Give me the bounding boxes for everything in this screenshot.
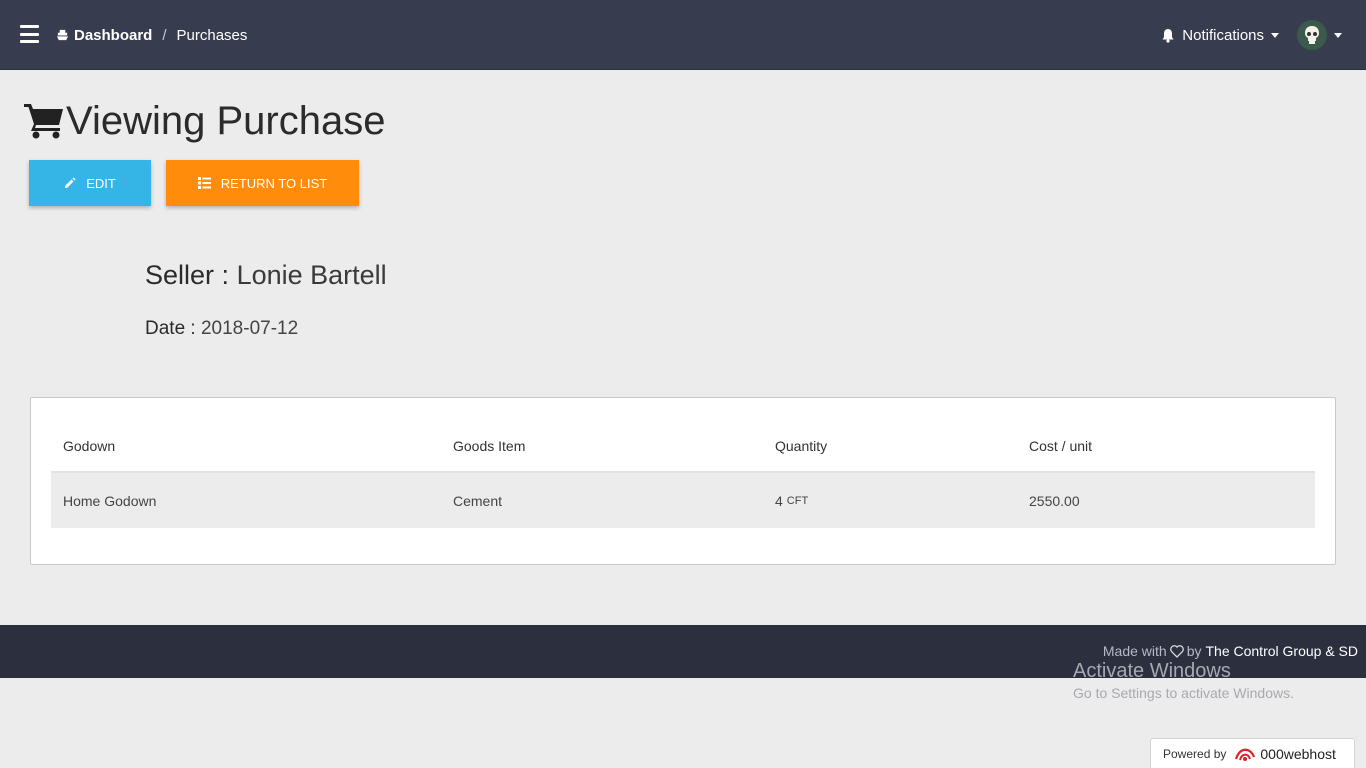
header-quantity: Quantity (775, 437, 828, 454)
edit-button-label: EDIT (86, 175, 116, 191)
date-info: Date : 2018-07-12 (145, 318, 298, 340)
footer-made-with: Made with (1102, 643, 1167, 659)
notifications-dropdown[interactable]: Notifications (1161, 27, 1279, 44)
windows-activation-watermark: Activate Windows Go to Settings to activ… (1073, 660, 1294, 701)
date-value: 2018-07-12 (200, 318, 299, 339)
return-to-list-label: RETURN TO LIST (220, 175, 328, 191)
pencil-icon (65, 177, 76, 188)
breadcrumb-separator: / (162, 26, 167, 44)
header-cost-unit: Cost / unit (1029, 437, 1093, 454)
page-title-text: Viewing Purchase (66, 98, 386, 143)
heart-icon (1169, 644, 1184, 658)
date-label: Date : (145, 318, 196, 339)
list-icon (197, 177, 211, 189)
seller-value: Lonie Bartell (236, 260, 387, 290)
cell-godown: Home Godown (63, 492, 157, 509)
powered-by-brand: 000webhost (1260, 745, 1336, 762)
powered-by-label: Powered by (1163, 746, 1227, 761)
purchase-items-table: Godown Goods Item Quantity Cost / unit H… (51, 418, 1315, 528)
chevron-down-icon (1334, 32, 1342, 38)
footer-by: by (1186, 643, 1202, 659)
user-menu[interactable] (1297, 20, 1342, 50)
notifications-label: Notifications (1182, 26, 1264, 44)
breadcrumb-dashboard-label: Dashboard (74, 26, 153, 44)
breadcrumb-dashboard[interactable]: Dashboard (56, 27, 152, 44)
footer-org: The Control Group & SD (1205, 643, 1358, 659)
seller-label: Seller : (145, 260, 230, 290)
table-row: Home Godown Cement 4 CFT 2550.00 (51, 473, 1315, 528)
breadcrumb-purchases: Purchases (176, 26, 248, 44)
footer-credit: Made with by The Control Group & SD (1103, 643, 1358, 659)
breadcrumb: Dashboard / Purchases (56, 25, 247, 45)
cell-cost-unit: 2550.00 (1029, 492, 1080, 509)
hamburger-icon[interactable] (20, 25, 39, 43)
watermark-subtitle: Go to Settings to activate Windows. (1073, 685, 1294, 701)
table-header: Godown Goods Item Quantity Cost / unit (51, 418, 1315, 473)
shopping-cart-icon (24, 104, 63, 139)
skull-icon (1305, 26, 1319, 44)
page-title: Viewing Purchase (24, 96, 385, 146)
bell-icon (1162, 28, 1174, 43)
top-navbar: Dashboard / Purchases Notifications (0, 0, 1366, 70)
ship-icon (56, 29, 69, 40)
header-godown: Godown (63, 437, 116, 454)
chevron-down-icon (1271, 32, 1279, 38)
cell-quantity: 4 CFT (775, 473, 808, 528)
quantity-unit: CFT (786, 494, 809, 507)
return-to-list-button[interactable]: RETURN TO LIST (166, 160, 359, 206)
watermark-title: Activate Windows (1073, 660, 1231, 682)
webhost-logo-icon (1235, 748, 1256, 761)
seller-info: Seller : Lonie Bartell (145, 260, 387, 291)
edit-button[interactable]: EDIT (29, 160, 151, 206)
cell-goods-item: Cement (453, 492, 503, 509)
purchase-items-card: Godown Goods Item Quantity Cost / unit H… (30, 397, 1336, 565)
quantity-value: 4 (775, 492, 783, 509)
avatar (1297, 20, 1327, 50)
powered-by-badge[interactable]: Powered by 000webhost (1150, 738, 1355, 768)
header-goods-item: Goods Item (453, 437, 526, 454)
